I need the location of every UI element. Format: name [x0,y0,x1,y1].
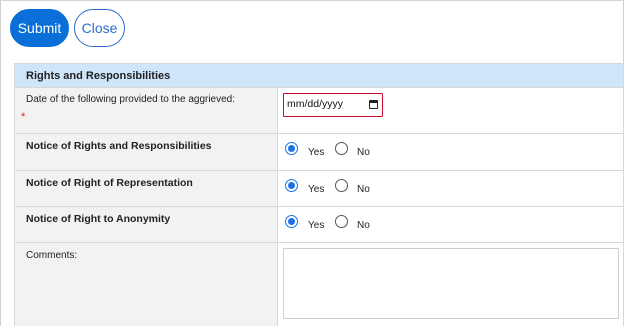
notice-representation-no-label: No [357,184,370,195]
comments-label: Comments: [26,250,78,261]
comments-row: Comments: [15,243,623,326]
comments-textarea[interactable] [283,248,619,319]
notice-rights-row: Notice of Rights and Responsibilities Ye… [15,134,623,171]
notice-anonymity-label: Notice of Right to Anonymity [26,213,171,225]
notice-rights-yes-radio[interactable] [285,142,298,155]
notice-rights-yes-label: Yes [308,147,325,158]
date-row: Date of the following provided to the ag… [15,88,623,134]
notice-representation-yes-label: Yes [308,184,325,195]
comments-label-cell: Comments: [15,243,278,326]
notice-rights-label: Notice of Rights and Responsibilities [26,140,212,152]
notice-anonymity-label-cell: Notice of Right to Anonymity [15,207,278,242]
notice-anonymity-no-label: No [357,220,370,231]
calendar-icon[interactable] [369,100,378,109]
date-input[interactable]: mm/dd/yyyy [283,93,383,117]
date-placeholder: mm/dd/yyyy [287,98,344,110]
submit-button[interactable]: Submit [10,9,69,47]
notice-rights-no-radio[interactable] [335,142,348,155]
section-header: Rights and Responsibilities [15,63,623,88]
notice-rights-label-cell: Notice of Rights and Responsibilities [15,134,278,170]
notice-anonymity-yes-label: Yes [308,220,325,231]
notice-representation-no-radio[interactable] [335,179,348,192]
required-marker: * [21,111,26,123]
notice-representation-label-cell: Notice of Right of Representation [15,171,278,206]
date-label: Date of the following provided to the ag… [26,94,236,105]
close-button[interactable]: Close [74,9,125,47]
notice-anonymity-yes-radio[interactable] [285,215,298,228]
notice-representation-row: Notice of Right of Representation Yes No [15,171,623,207]
notice-representation-yes-radio[interactable] [285,179,298,192]
rights-form: Rights and Responsibilities Date of the … [14,63,624,326]
notice-anonymity-no-radio[interactable] [335,215,348,228]
notice-rights-no-label: No [357,147,370,158]
notice-representation-label: Notice of Right of Representation [26,177,193,189]
notice-anonymity-row: Notice of Right to Anonymity Yes No [15,207,623,243]
date-label-cell: Date of the following provided to the ag… [15,88,278,133]
